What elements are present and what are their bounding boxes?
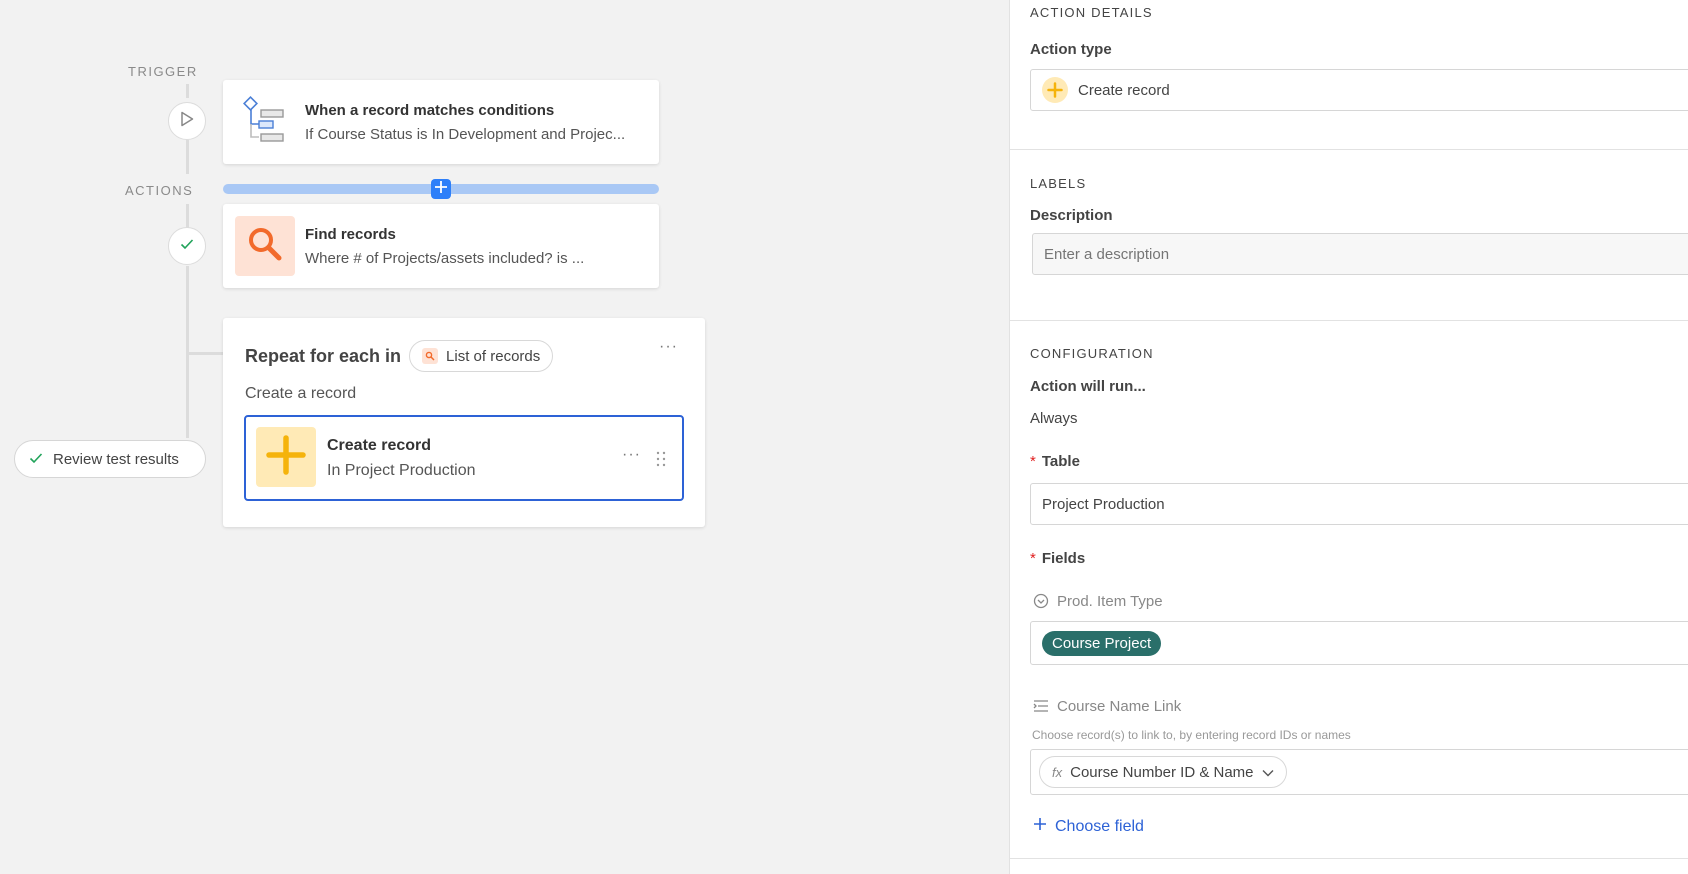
action-type-value: Create record [1078, 81, 1170, 99]
trigger-card[interactable]: When a record matches conditions If Cour… [223, 80, 659, 164]
course-name-link-label: Course Name Link [1057, 698, 1182, 715]
action-run-label: Action will run... [1030, 378, 1146, 395]
create-record-card[interactable]: Create record In Project Production ··· [244, 415, 684, 501]
section-divider [1010, 858, 1688, 859]
repeat-subtitle: Create a record [245, 385, 357, 402]
create-record-icon-box [256, 427, 316, 487]
choose-field-button[interactable]: Choose field [1033, 817, 1144, 836]
test-trigger-button[interactable] [168, 102, 206, 140]
review-test-results-label: Review test results [53, 450, 179, 468]
plus-icon [1042, 77, 1068, 103]
table-value: Project Production [1042, 495, 1165, 513]
link-field-icon [1033, 699, 1049, 718]
course-name-link-hint: Choose record(s) to link to, by entering… [1032, 728, 1351, 742]
plus-icon [266, 434, 306, 480]
action-run-value: Always [1030, 410, 1078, 427]
automation-canvas: TRIGGER ACTIONS When a record matches co… [0, 0, 1009, 874]
create-record-more-icon[interactable]: ··· [622, 446, 641, 464]
chevron-down-icon [1262, 764, 1274, 781]
check-icon [29, 451, 43, 468]
conditions-icon [243, 96, 291, 151]
configuration-heading: CONFIGURATION [1030, 346, 1154, 361]
connector-line [186, 84, 189, 98]
list-of-records-label: List of records [446, 347, 541, 365]
course-name-link-input[interactable]: fx Course Number ID & Name [1030, 749, 1688, 795]
connector-line [186, 204, 189, 228]
check-icon [180, 237, 194, 255]
action-details-heading: ACTION DETAILS [1030, 5, 1153, 20]
prod-item-type-label: Prod. Item Type [1057, 593, 1163, 610]
repeat-title: Repeat for each in [245, 345, 402, 366]
trigger-subtitle: If Course Status is In Development and P… [305, 126, 626, 143]
play-icon [180, 111, 194, 132]
description-input[interactable] [1032, 233, 1688, 275]
single-select-icon [1033, 593, 1049, 614]
step-status-indicator [168, 227, 206, 265]
review-test-results-button[interactable]: Review test results [14, 440, 206, 478]
drag-handle-icon[interactable] [656, 451, 666, 472]
description-label: Description [1030, 207, 1113, 224]
trigger-section-label: TRIGGER [128, 64, 198, 79]
section-divider [1010, 320, 1688, 321]
choose-field-label: Choose field [1055, 817, 1144, 835]
labels-heading: LABELS [1030, 176, 1087, 191]
repeat-group-card[interactable]: Repeat for each in List of records ··· C… [223, 318, 705, 527]
search-icon [245, 224, 285, 269]
table-label: Table [1041, 453, 1080, 470]
fields-label: Fields [1041, 550, 1086, 567]
course-number-token-label: Course Number ID & Name [1070, 763, 1254, 781]
action-type-label: Action type [1030, 41, 1112, 58]
plus-icon [434, 180, 448, 199]
search-icon [422, 348, 439, 364]
find-records-icon-box [235, 216, 295, 276]
action-type-select[interactable]: Create record [1030, 69, 1688, 111]
course-number-token[interactable]: fx Course Number ID & Name [1039, 756, 1287, 788]
create-record-title: Create record [327, 437, 432, 454]
prod-item-type-input[interactable]: Course Project [1030, 621, 1688, 665]
table-select[interactable]: Project Production [1030, 483, 1688, 525]
add-step-button[interactable] [431, 179, 451, 199]
action-config-panel: ACTION DETAILS Action type Create record… [1009, 0, 1688, 874]
plus-icon [1033, 817, 1047, 836]
find-records-card[interactable]: Find records Where # of Projects/assets … [223, 204, 659, 288]
list-of-records-pill[interactable]: List of records [409, 340, 554, 372]
repeat-more-icon[interactable]: ··· [659, 338, 678, 356]
section-divider [1010, 149, 1688, 150]
find-records-subtitle: Where # of Projects/assets included? is … [305, 250, 585, 267]
trigger-title: When a record matches conditions [305, 102, 555, 119]
required-asterisk: * [1030, 453, 1036, 470]
create-record-subtitle: In Project Production [327, 462, 476, 479]
find-records-title: Find records [305, 226, 396, 243]
formula-icon: fx [1052, 764, 1063, 780]
required-asterisk: * [1030, 550, 1036, 567]
course-project-chip[interactable]: Course Project [1042, 630, 1162, 656]
actions-section-label: ACTIONS [125, 183, 194, 198]
connector-line [186, 140, 189, 174]
connector-branch [186, 352, 223, 355]
